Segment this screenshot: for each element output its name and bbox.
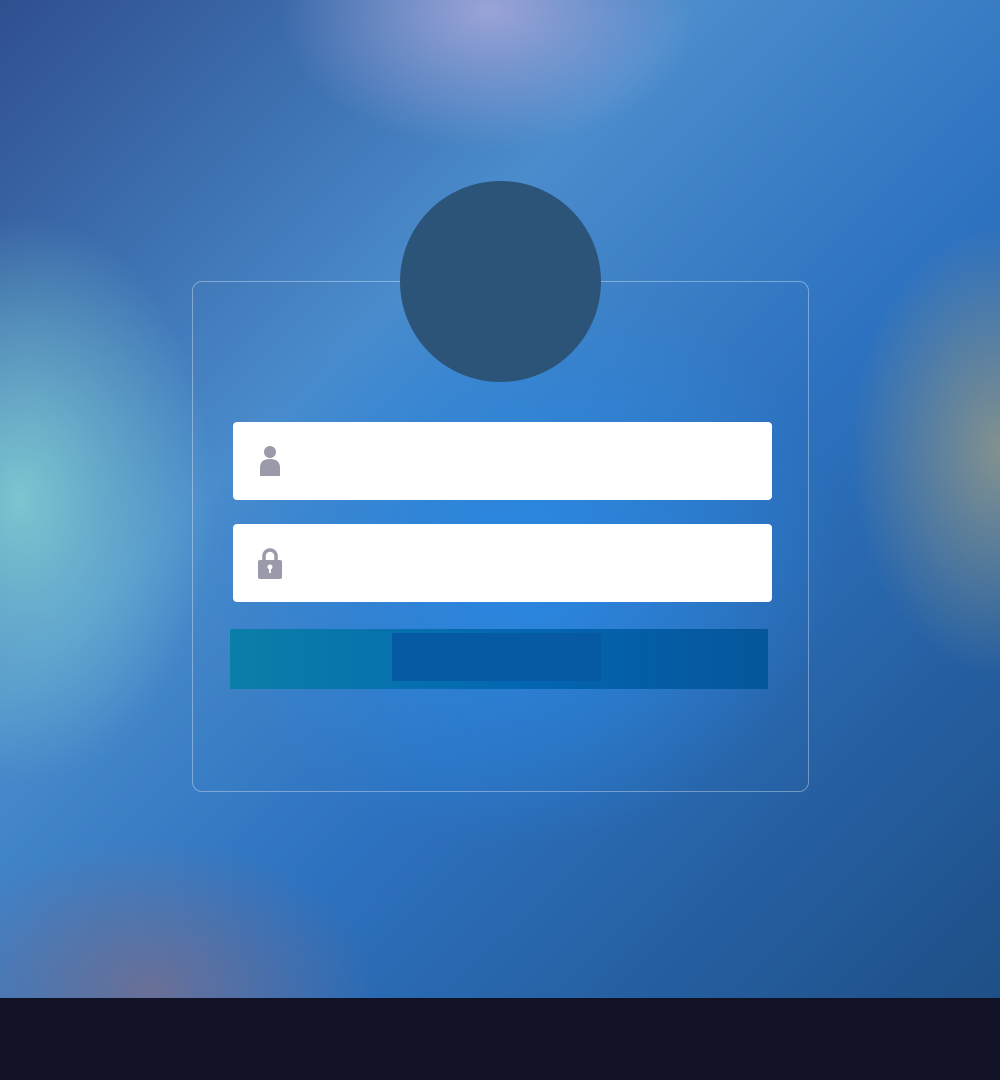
login-button-label — [392, 633, 601, 681]
password-field[interactable] — [233, 524, 772, 602]
username-field[interactable] — [233, 422, 772, 500]
avatar — [400, 181, 601, 382]
lock-icon — [258, 548, 282, 579]
user-icon — [260, 446, 280, 476]
login-button[interactable] — [230, 629, 768, 689]
taskbar — [0, 998, 1000, 1080]
